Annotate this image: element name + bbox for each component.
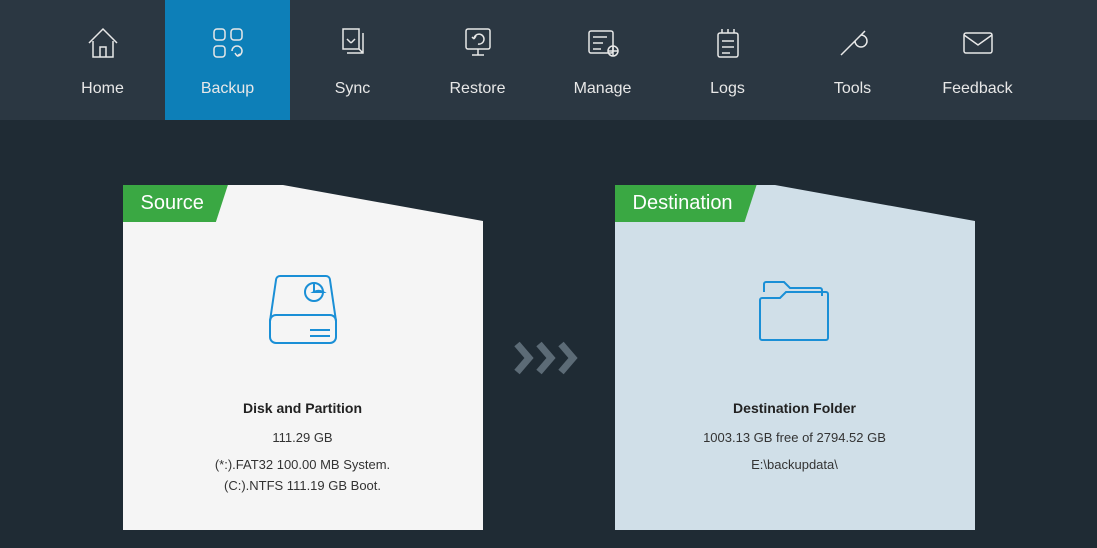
main-nav: Home Backup Sync Restore Manage bbox=[0, 0, 1097, 120]
source-title: Disk and Partition bbox=[243, 400, 362, 416]
nav-logs-label: Logs bbox=[710, 80, 745, 98]
nav-sync[interactable]: Sync bbox=[290, 0, 415, 120]
source-size: 111.29 GB bbox=[272, 430, 332, 445]
source-partition-2: (C:).NTFS 111.19 GB Boot. bbox=[224, 478, 381, 493]
source-body: Disk and Partition 111.29 GB (*:).FAT32 … bbox=[123, 225, 483, 499]
nav-manage[interactable]: Manage bbox=[540, 0, 665, 120]
disk-icon bbox=[258, 270, 348, 360]
source-card[interactable]: Source Disk and Partition 111.29 GB (*:)… bbox=[123, 185, 483, 530]
nav-backup[interactable]: Backup bbox=[165, 0, 290, 120]
backup-content: Source Disk and Partition 111.29 GB (*:)… bbox=[0, 120, 1097, 530]
backup-icon bbox=[208, 23, 248, 68]
source-header: Source bbox=[123, 185, 483, 225]
nav-restore[interactable]: Restore bbox=[415, 0, 540, 120]
destination-body: Destination Folder 1003.13 GB free of 27… bbox=[615, 225, 975, 478]
folder-icon bbox=[750, 270, 840, 360]
destination-card[interactable]: Destination Destination Folder 1003.13 G… bbox=[615, 185, 975, 530]
destination-path: E:\backupdata\ bbox=[751, 457, 838, 472]
destination-free: 1003.13 GB free of 2794.52 GB bbox=[703, 430, 886, 445]
destination-title: Destination Folder bbox=[733, 400, 856, 416]
tools-icon bbox=[833, 23, 873, 68]
transfer-arrows-icon bbox=[513, 340, 585, 376]
restore-icon bbox=[458, 23, 498, 68]
destination-tab-label: Destination bbox=[615, 185, 757, 222]
nav-logs[interactable]: Logs bbox=[665, 0, 790, 120]
manage-icon bbox=[583, 23, 623, 68]
nav-tools-label: Tools bbox=[834, 80, 871, 98]
nav-tools[interactable]: Tools bbox=[790, 0, 915, 120]
source-corner bbox=[283, 185, 483, 221]
nav-backup-label: Backup bbox=[201, 80, 254, 98]
home-icon bbox=[83, 23, 123, 68]
nav-feedback-label: Feedback bbox=[942, 80, 1012, 98]
nav-manage-label: Manage bbox=[574, 80, 632, 98]
source-partition-1: (*:).FAT32 100.00 MB System. bbox=[215, 457, 390, 472]
nav-sync-label: Sync bbox=[335, 80, 371, 98]
source-tab-label: Source bbox=[123, 185, 228, 222]
feedback-icon bbox=[958, 23, 998, 68]
nav-home-label: Home bbox=[81, 80, 124, 98]
destination-corner bbox=[775, 185, 975, 221]
nav-home[interactable]: Home bbox=[40, 0, 165, 120]
nav-restore-label: Restore bbox=[449, 80, 505, 98]
destination-header: Destination bbox=[615, 185, 975, 225]
nav-feedback[interactable]: Feedback bbox=[915, 0, 1040, 120]
sync-icon bbox=[333, 23, 373, 68]
logs-icon bbox=[708, 23, 748, 68]
